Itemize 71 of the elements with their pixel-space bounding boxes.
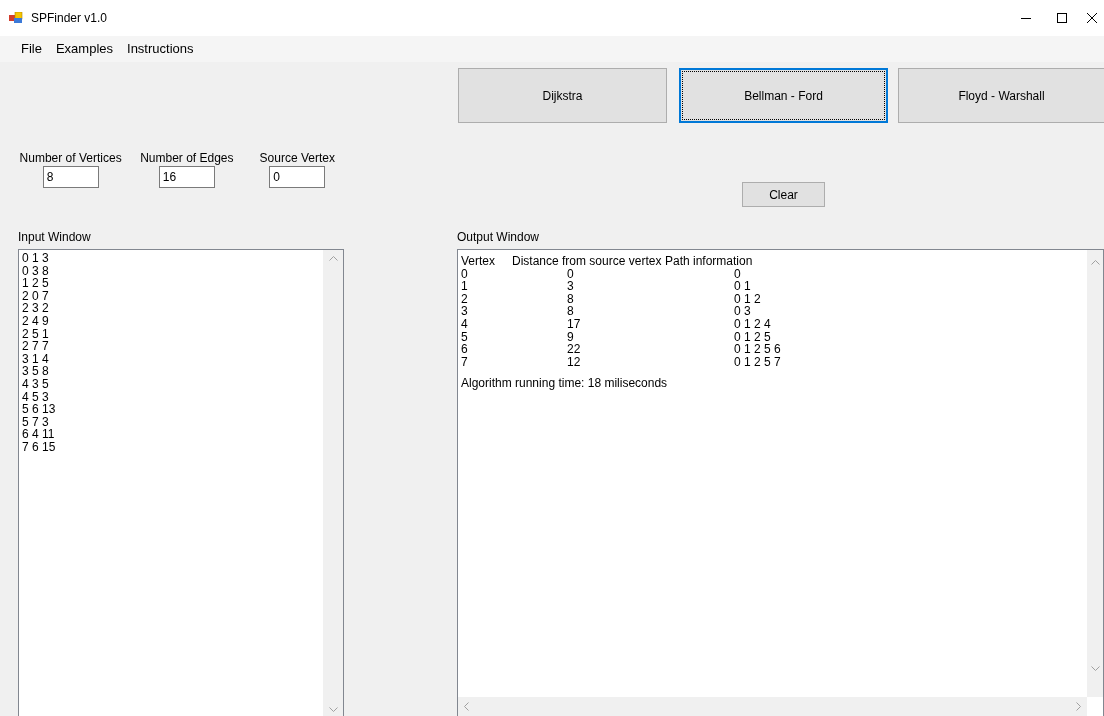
- input-line: 6 4 11: [22, 428, 56, 441]
- output-cell: 0 1 2 5 7: [734, 354, 781, 369]
- field-label: Number of Vertices: [19, 150, 122, 166]
- output-cell: 0 1: [734, 279, 751, 294]
- output-cell: 9: [567, 329, 574, 344]
- output-cell: 7: [461, 354, 468, 369]
- input-line: 4 5 3: [22, 390, 50, 404]
- output-cell: 3: [461, 304, 468, 319]
- input-line: 0 3 8: [22, 264, 50, 278]
- text-field[interactable]: 16: [158, 166, 215, 188]
- algorithm-button[interactable]: Bellman - Ford: [679, 68, 888, 123]
- output-cell: 0: [734, 266, 741, 281]
- output-cell: 8: [567, 291, 574, 306]
- scroll-up-icon[interactable]: [1090, 260, 1100, 265]
- scroll-left-icon[interactable]: [464, 702, 469, 711]
- algorithm-button[interactable]: Floyd - Warshall: [898, 68, 1104, 123]
- output-window-label: Output Window: [457, 229, 541, 245]
- output-cell: 5: [461, 329, 468, 344]
- column-header: Vertex: [461, 255, 497, 268]
- field-label: Source Vertex: [259, 150, 335, 166]
- output-cell: 0 1 2 5 6: [734, 342, 781, 357]
- input-line: 2 3 2: [22, 302, 50, 315]
- output-cell: 0: [567, 266, 574, 281]
- output-cell: 0 3: [734, 304, 751, 319]
- output-cell: 1: [461, 279, 468, 294]
- input-text-area[interactable]: 0 1 3 0 3 8 1 2 5 2 0 7 2 3 2 2 4 9 2 5 1 2 7 7 3 1 4 3 5 8 4 3 5 4 5 3 5 6 13 5 7 3 6 4 11 7 6 15: [18, 249, 344, 716]
- column-header: Path information: [665, 255, 754, 268]
- menu-item[interactable]: File: [14, 39, 49, 59]
- output-cell: 12: [567, 354, 581, 369]
- output-cell: 17: [567, 316, 581, 331]
- output-cell: 22: [567, 342, 581, 357]
- clear-button[interactable]: Clear: [742, 182, 825, 207]
- running-time-text: Algorithm running time: 18 miliseconds: [461, 377, 669, 390]
- window-title: SPFinder v1.0: [31, 10, 108, 27]
- scroll-down-icon[interactable]: [1090, 666, 1100, 671]
- input-line: 2 7 7: [22, 340, 50, 353]
- input-line: 2 5 1: [22, 327, 50, 341]
- output-cell: 6: [461, 342, 468, 357]
- input-line: 2 0 7: [22, 289, 50, 303]
- output-cell: 3: [567, 279, 574, 294]
- input-line: 3 1 4: [22, 352, 50, 366]
- output-cell: 0 1 2 4: [734, 316, 771, 331]
- output-cell: 8: [567, 304, 574, 319]
- app-icon: [9, 12, 23, 24]
- algorithm-button[interactable]: Dijkstra: [458, 68, 667, 123]
- column-header: Distance from source vertex: [512, 255, 663, 268]
- output-text-area[interactable]: Vertex Distance from source vertex Path information 0 0 0 1 3 0 1 2 8 0 1 2 3 8 0 3 4 17 0 1 2 4 5 9 0 1 2 5 6 22 0 1 2 5 6 7 12 0 1 2 5 7 Algorithm running time: 18 miliseconds: [457, 249, 1104, 716]
- input-line: 7 6 15: [22, 440, 57, 454]
- input-line: 5 7 3: [22, 415, 50, 429]
- input-line: 5 6 13: [22, 403, 57, 416]
- scroll-up-icon[interactable]: [328, 256, 338, 261]
- close-icon[interactable]: [1087, 13, 1097, 23]
- input-line: 3 5 8: [22, 365, 50, 378]
- input-line: 0 1 3: [22, 252, 50, 265]
- output-cell: 4: [461, 316, 468, 331]
- output-cell: 2: [461, 291, 468, 306]
- maximize-icon[interactable]: [1057, 13, 1067, 23]
- input-line: 4 3 5: [22, 377, 50, 391]
- output-cell: 0 1 2: [734, 291, 761, 306]
- field-label: Number of Edges: [140, 150, 234, 166]
- input-window-label: Input Window: [18, 229, 92, 245]
- input-line: 2 4 9: [22, 314, 50, 328]
- menu-item[interactable]: Examples: [48, 39, 121, 59]
- input-line: 1 2 5: [22, 277, 50, 290]
- scroll-right-icon[interactable]: [1076, 702, 1081, 711]
- text-field[interactable]: 0: [269, 166, 326, 188]
- output-cell: 0: [461, 266, 468, 281]
- menu-item[interactable]: Instructions: [120, 39, 201, 59]
- scroll-down-icon[interactable]: [328, 707, 338, 712]
- output-cell: 0 1 2 5: [734, 329, 771, 344]
- text-field[interactable]: 8: [42, 166, 99, 188]
